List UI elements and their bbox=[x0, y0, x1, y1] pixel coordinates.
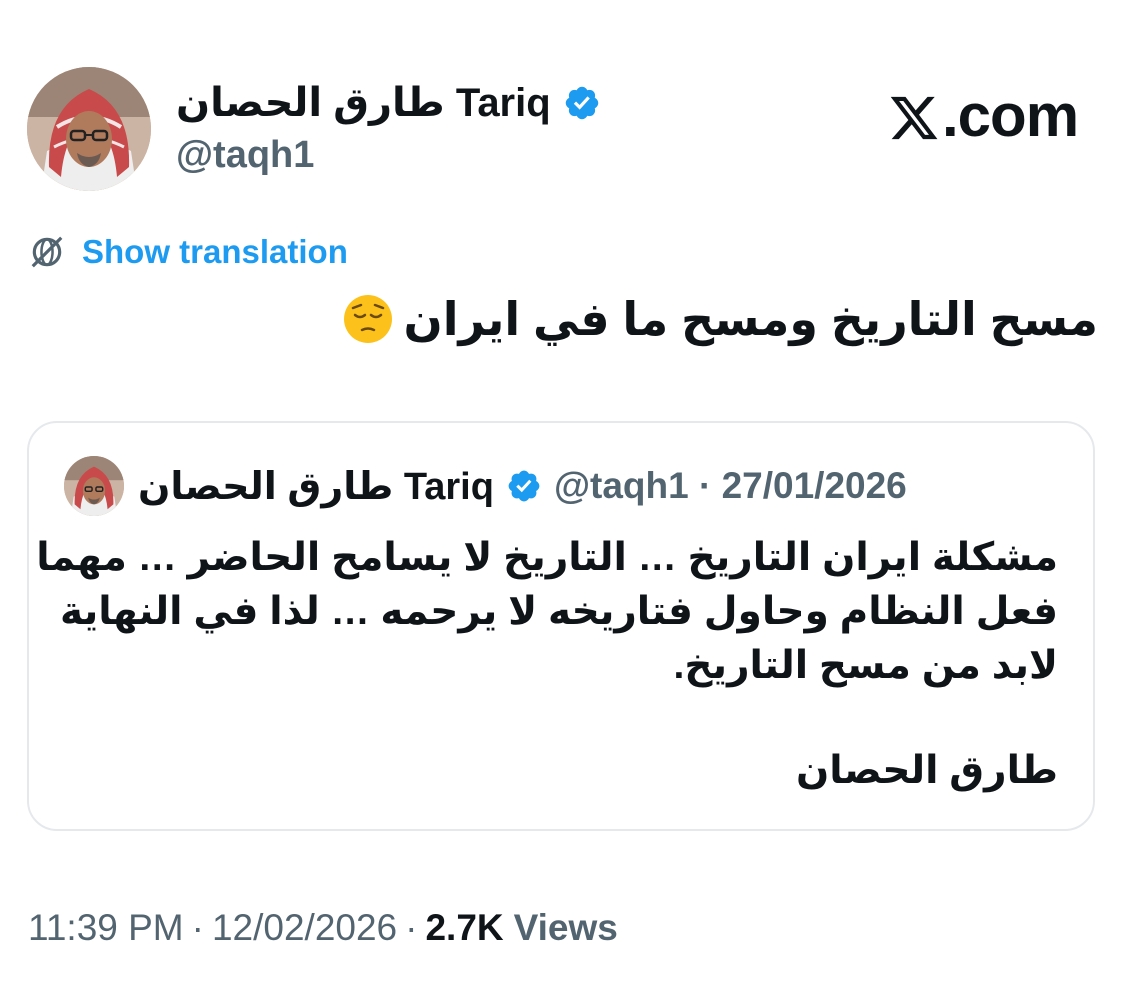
author-avatar[interactable] bbox=[27, 67, 151, 191]
x-logo-icon bbox=[888, 89, 940, 141]
quoted-tweet-card[interactable]: طارق الحصان Tariq @taqh1 · 27/01/2026 مش… bbox=[27, 421, 1095, 831]
author-name[interactable]: طارق الحصان Tariq bbox=[176, 80, 551, 126]
separator-dot: · bbox=[191, 907, 204, 948]
tweet-text: مسح التاريخ ومسح ما في ايران bbox=[38, 288, 1098, 350]
quoted-author-name[interactable]: طارق الحصان Tariq bbox=[138, 464, 494, 509]
quoted-tweet-body: مشكلة ايران التاريخ … التاريخ لا يسامح ا… bbox=[36, 531, 1058, 693]
quoted-tweet-header: طارق الحصان Tariq @taqh1 · 27/01/2026 bbox=[138, 461, 907, 511]
tweet-date[interactable]: 12/02/2026 bbox=[212, 907, 397, 949]
views-label: Views bbox=[513, 907, 618, 948]
quoted-author-avatar[interactable] bbox=[64, 456, 124, 516]
show-translation-link[interactable]: Show translation bbox=[82, 233, 348, 271]
quoted-body-line: لابد من مسح التاريخ. bbox=[673, 644, 1058, 687]
show-translation-button[interactable]: Show translation bbox=[28, 228, 348, 276]
separator-dot: · bbox=[405, 907, 418, 948]
quoted-body-line: مشكلة ايران التاريخ … التاريخ لا يسامح ا… bbox=[36, 536, 1058, 579]
pensive-face-emoji bbox=[342, 293, 394, 345]
tweet-footer: 11:39 PM · 12/02/2026 · 2.7K Views bbox=[28, 903, 618, 953]
tweet-text-content: مسح التاريخ ومسح ما في ايران bbox=[403, 293, 1098, 345]
site-label-text: .com bbox=[942, 81, 1079, 149]
views-count: 2.7K bbox=[425, 907, 504, 948]
tweet-time[interactable]: 11:39 PM bbox=[28, 907, 184, 949]
author-handle[interactable]: @taqh1 bbox=[176, 134, 314, 177]
quoted-handle-date: @taqh1 · 27/01/2026 bbox=[553, 465, 907, 506]
verified-badge-icon bbox=[506, 468, 542, 504]
globe-translate-icon bbox=[28, 233, 66, 271]
site-label: .com bbox=[888, 80, 1079, 150]
quoted-body-line: فعل النظام وحاول فتاريخه لا يرحمه … لذا … bbox=[59, 590, 1058, 633]
author-name-row[interactable]: طارق الحصان Tariq bbox=[176, 78, 601, 128]
verified-badge-icon bbox=[563, 84, 601, 122]
quoted-signature: طارق الحصان bbox=[795, 749, 1058, 792]
